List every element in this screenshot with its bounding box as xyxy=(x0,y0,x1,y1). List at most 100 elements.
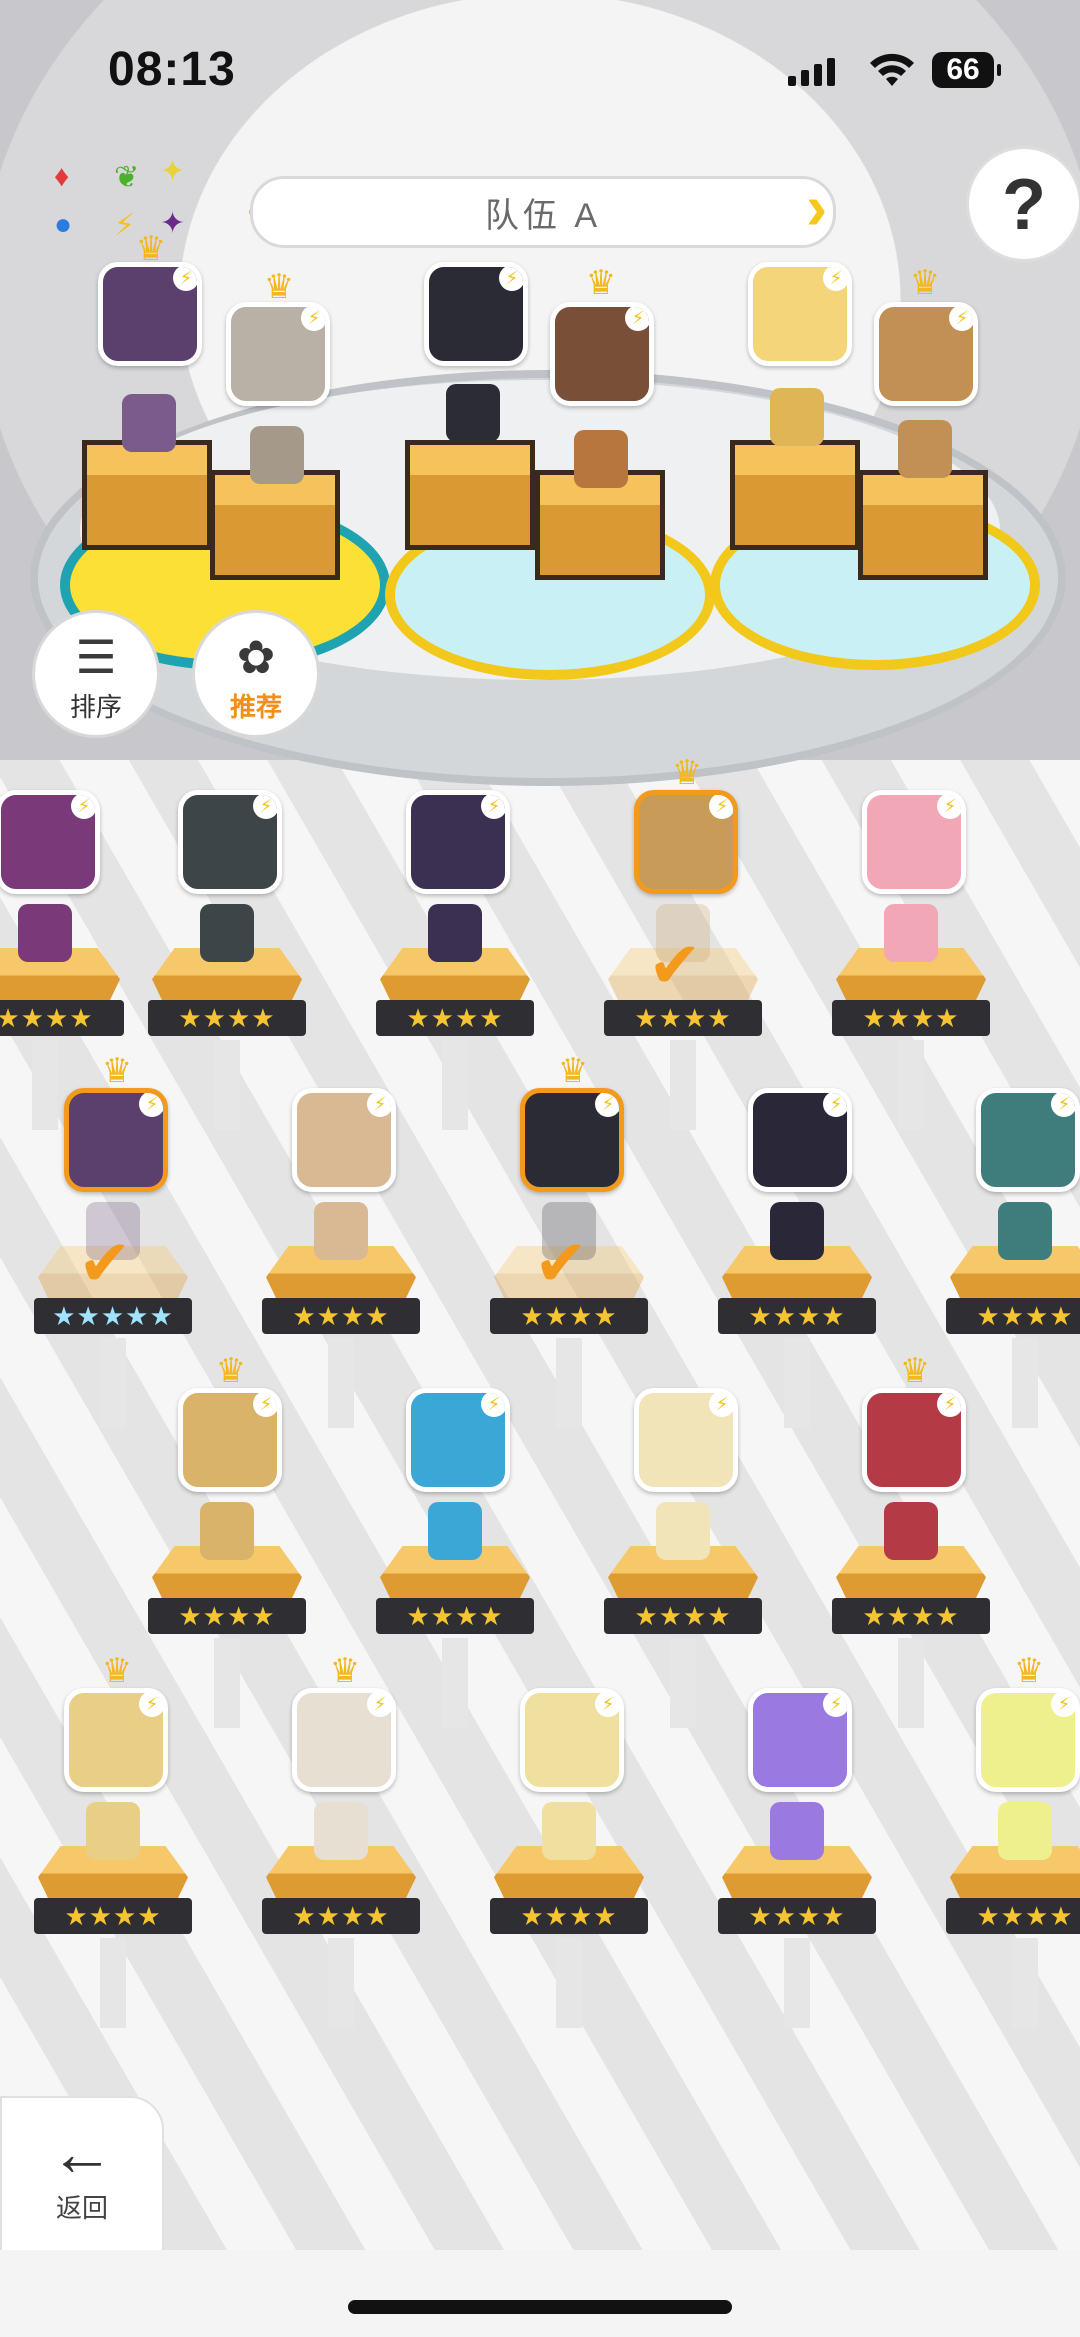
thunder-element-icon: ⚡ xyxy=(301,307,325,331)
team-pedestal xyxy=(858,470,988,580)
team-member-portrait[interactable]: ⚡ xyxy=(748,262,852,366)
back-arrow-icon: ← xyxy=(50,2117,114,2189)
team-member-portrait[interactable]: ⚡ xyxy=(98,262,202,366)
thunder-element-icon: ⚡ xyxy=(1051,1093,1075,1117)
thunder-element-icon: ⚡ xyxy=(253,795,277,819)
back-button[interactable]: ← 返回 xyxy=(0,2096,164,2260)
character-portrait[interactable]: ⚡ xyxy=(634,1388,738,1492)
character-pedestal[interactable]: ★★★★ xyxy=(34,1802,192,1968)
team-pedestal xyxy=(210,470,340,580)
character-sprite xyxy=(18,904,72,962)
recommend-button[interactable]: ✿ 推荐 xyxy=(192,610,320,738)
character-pedestal[interactable]: ★★★★ xyxy=(262,1802,420,1968)
help-button[interactable]: ? xyxy=(966,146,1080,262)
back-label: 返回 xyxy=(55,2193,108,2223)
thunder-element-icon: ⚡ xyxy=(139,1093,163,1117)
character-portrait[interactable]: ⚡ xyxy=(64,1088,168,1192)
star-rating: ★★★★ xyxy=(604,1598,762,1634)
signal-icon xyxy=(788,58,835,86)
team-title: 队伍 A xyxy=(250,176,836,248)
star-rating: ★★★★ xyxy=(262,1898,420,1934)
crown-icon: ♛ xyxy=(101,1652,133,1690)
character-pedestal[interactable]: ★★★★ xyxy=(832,904,990,1070)
character-portrait[interactable]: ⚡ xyxy=(634,790,738,894)
star-rating: ★★★★ xyxy=(376,1000,534,1036)
star-rating: ★★★★ xyxy=(946,1898,1080,1934)
character-pedestal[interactable]: ★★★★ xyxy=(262,1202,420,1368)
team-member-portrait[interactable]: ⚡ xyxy=(424,262,528,366)
star-rating: ★★★★ xyxy=(832,1598,990,1634)
character-pedestal[interactable]: ✔ ★★★★★ xyxy=(34,1202,192,1368)
crown-icon: ♛ xyxy=(899,1352,931,1390)
character-pedestal[interactable]: ★★★★ xyxy=(718,1802,876,1968)
character-pedestal[interactable]: ★★★★ xyxy=(0,904,124,1070)
team-member-sprite xyxy=(770,388,824,446)
character-pedestal[interactable]: ★★★★ xyxy=(832,1502,990,1668)
thunder-element-icon: ⚡ xyxy=(823,1093,847,1117)
character-portrait[interactable]: ⚡ xyxy=(406,1388,510,1492)
character-portrait[interactable]: ⚡ xyxy=(862,1388,966,1492)
star-rating: ★★★★ xyxy=(718,1898,876,1934)
team-member-portrait[interactable]: ⚡ xyxy=(550,302,654,406)
thunder-element-icon: ⚡ xyxy=(481,795,505,819)
star-rating: ★★★★ xyxy=(718,1298,876,1334)
thunder-element-icon: ⚡ xyxy=(709,1393,733,1417)
character-portrait[interactable]: ⚡ xyxy=(292,1088,396,1192)
thunder-element-icon: ⚡ xyxy=(709,795,733,819)
thunder-element-icon: ⚡ xyxy=(367,1693,391,1717)
character-pedestal[interactable]: ★★★★ xyxy=(376,904,534,1070)
character-sprite xyxy=(542,1802,596,1860)
character-portrait[interactable]: ⚡ xyxy=(178,1388,282,1492)
star-rating: ★★★★ xyxy=(0,1000,124,1036)
character-pedestal[interactable]: ✔ ★★★★ xyxy=(490,1202,648,1368)
character-portrait[interactable]: ⚡ xyxy=(748,1688,852,1792)
character-sprite xyxy=(884,1502,938,1560)
star-rating: ★★★★★ xyxy=(34,1298,192,1334)
character-portrait[interactable]: ⚡ xyxy=(976,1088,1080,1192)
sort-button[interactable]: ☰ 排序 xyxy=(32,610,160,738)
star-rating: ★★★★ xyxy=(34,1898,192,1934)
character-sprite xyxy=(656,1502,710,1560)
team-member-sprite xyxy=(250,426,304,484)
character-pedestal[interactable]: ★★★★ xyxy=(718,1202,876,1368)
crown-icon: ♛ xyxy=(671,754,703,792)
team-member-portrait[interactable]: ⚡ xyxy=(874,302,978,406)
character-pedestal[interactable]: ★★★★ xyxy=(946,1802,1080,1968)
home-indicator[interactable] xyxy=(348,2300,732,2314)
character-portrait[interactable]: ⚡ xyxy=(748,1088,852,1192)
thunder-element-icon: ⚡ xyxy=(625,307,649,331)
character-portrait[interactable]: ⚡ xyxy=(976,1688,1080,1792)
character-portrait[interactable]: ⚡ xyxy=(178,790,282,894)
character-portrait[interactable]: ⚡ xyxy=(0,790,100,894)
character-pedestal[interactable]: ★★★★ xyxy=(148,1502,306,1668)
selected-check-icon: ✔ xyxy=(648,929,702,1001)
character-sprite xyxy=(770,1202,824,1260)
wifi-icon xyxy=(870,53,914,86)
character-pedestal[interactable]: ★★★★ xyxy=(604,1502,762,1668)
team-member-sprite xyxy=(446,384,500,442)
crown-icon: ♛ xyxy=(557,1052,589,1090)
star-rating: ★★★★ xyxy=(376,1598,534,1634)
character-portrait[interactable]: ⚡ xyxy=(64,1688,168,1792)
character-pedestal[interactable]: ★★★★ xyxy=(946,1202,1080,1368)
character-portrait[interactable]: ⚡ xyxy=(520,1088,624,1192)
character-portrait[interactable]: ⚡ xyxy=(862,790,966,894)
thunder-element-icon: ⚡ xyxy=(595,1093,619,1117)
character-portrait[interactable]: ⚡ xyxy=(520,1688,624,1792)
character-portrait[interactable]: ⚡ xyxy=(406,790,510,894)
water-element-icon: ● xyxy=(54,208,73,241)
star-rating: ★★★★ xyxy=(832,1000,990,1036)
character-pedestal[interactable]: ★★★★ xyxy=(376,1502,534,1668)
battery-indicator: 66 xyxy=(932,52,1001,88)
character-pedestal[interactable]: ✔ ★★★★ xyxy=(604,904,762,1070)
thunder-element-icon: ⚡ xyxy=(481,1393,505,1417)
crown-icon: ♛ xyxy=(909,264,941,302)
next-team-arrow[interactable]: › xyxy=(806,175,836,242)
character-portrait[interactable]: ⚡ xyxy=(292,1688,396,1792)
character-pedestal[interactable]: ★★★★ xyxy=(148,904,306,1070)
character-pedestal[interactable]: ★★★★ xyxy=(490,1802,648,1968)
team-member-portrait[interactable]: ⚡ xyxy=(226,302,330,406)
crown-icon: ♛ xyxy=(329,1652,361,1690)
nature-element-icon: ❦ xyxy=(114,161,140,194)
thunder-element-icon: ⚡ xyxy=(937,1393,961,1417)
